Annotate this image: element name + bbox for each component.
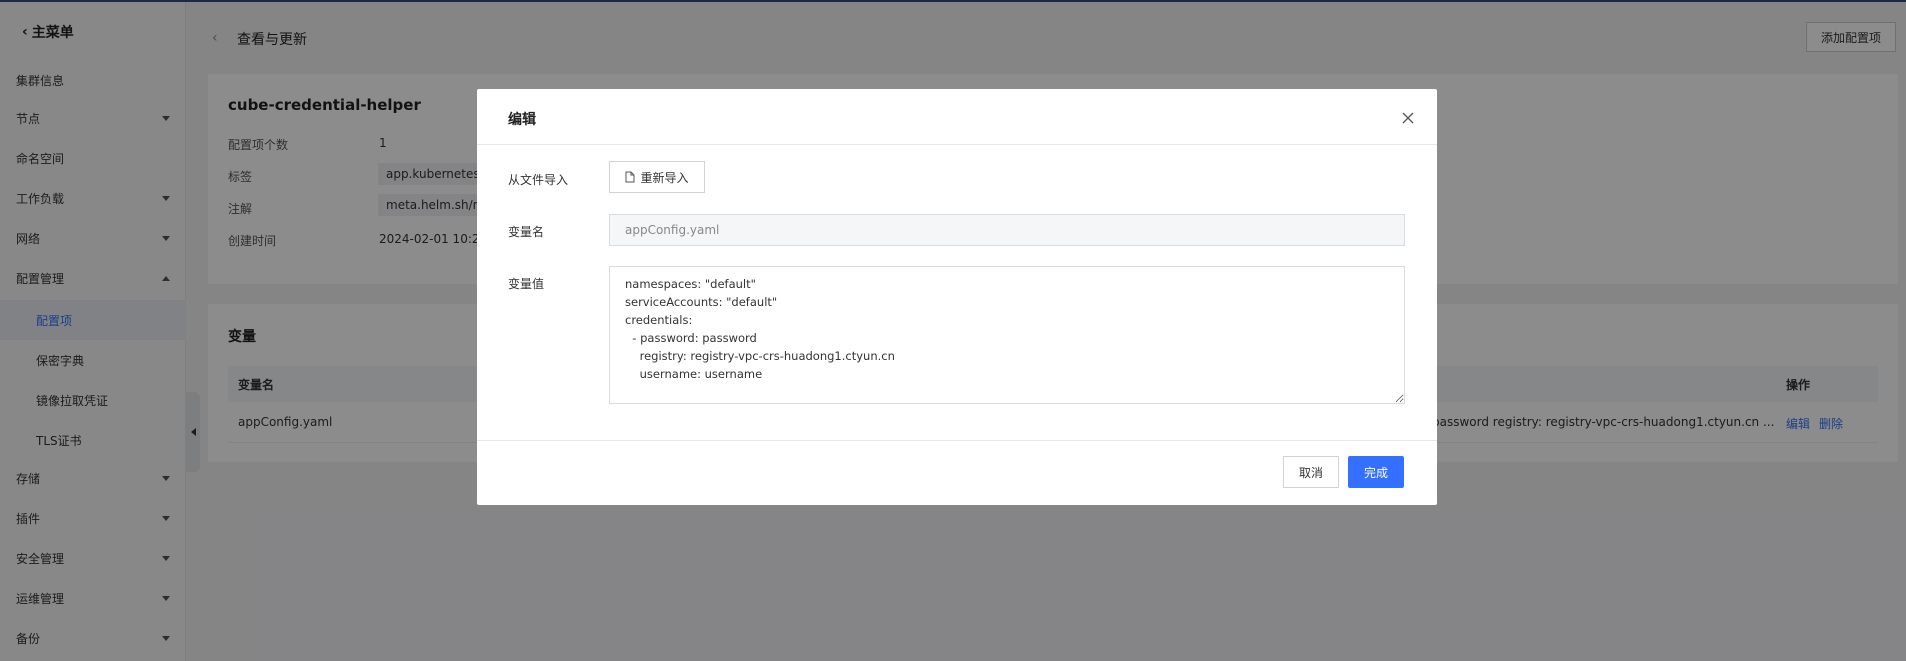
reimport-button[interactable]: 重新导入	[609, 161, 705, 193]
edit-modal: 编辑 从文件导入 重新导入 变量名 appConfig.yaml 变量值 nam…	[477, 89, 1437, 505]
modal-divider	[477, 144, 1437, 145]
close-icon[interactable]	[1401, 111, 1415, 125]
name-label: 变量名	[508, 225, 545, 239]
modal-footer-divider	[477, 440, 1437, 441]
top-border	[0, 0, 1906, 2]
value-label: 变量值	[508, 277, 545, 291]
variable-name-input[interactable]: appConfig.yaml	[609, 214, 1405, 246]
reimport-label: 重新导入	[640, 170, 689, 185]
import-label: 从文件导入	[508, 173, 569, 187]
file-icon	[625, 171, 635, 183]
cancel-button[interactable]: 取消	[1283, 456, 1339, 488]
confirm-button[interactable]: 完成	[1348, 456, 1404, 488]
modal-title: 编辑	[508, 112, 536, 128]
variable-value-textarea[interactable]: namespaces: "default" serviceAccounts: "…	[609, 266, 1405, 404]
